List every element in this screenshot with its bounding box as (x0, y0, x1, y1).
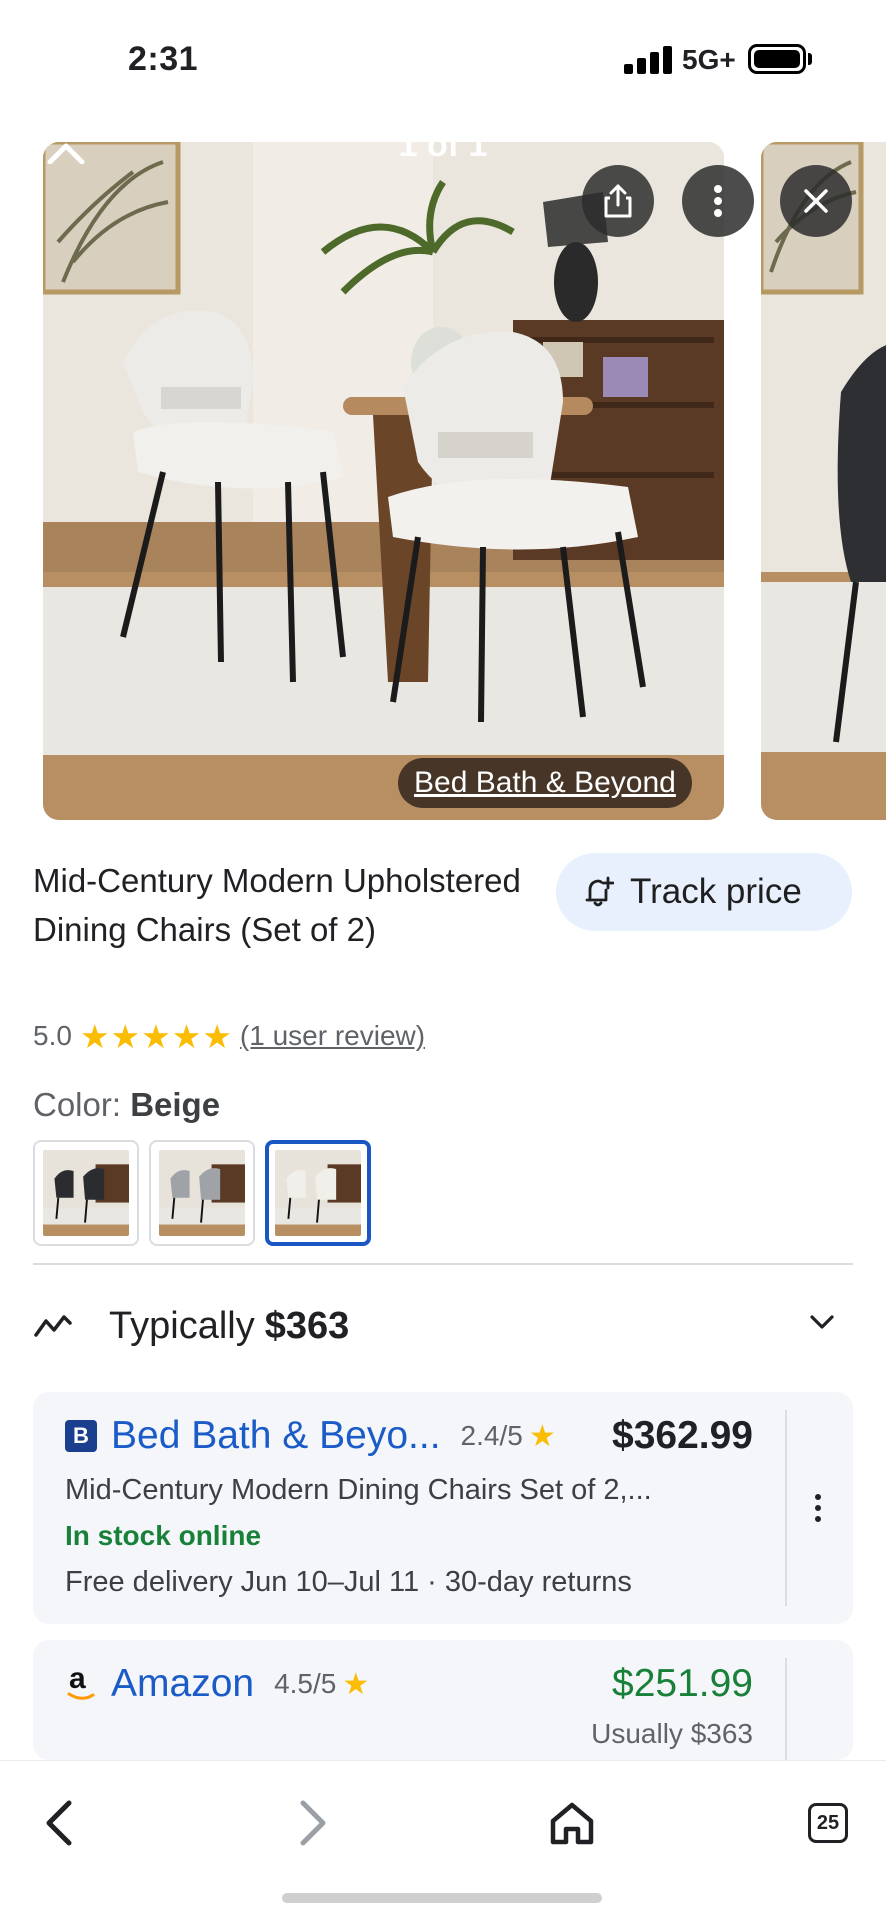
swatch-thumbnail (275, 1150, 361, 1236)
home-icon (550, 1802, 594, 1845)
rating-value: 5.0 (33, 1020, 72, 1051)
merchant-rating: 2.4/5 (460, 1420, 523, 1451)
offer-price: $251.99 (612, 1662, 753, 1705)
battery-icon (748, 44, 806, 74)
merchant-rating: 4.5/5 (274, 1668, 337, 1699)
amazon-smile-icon (67, 1692, 95, 1700)
close-viewer-button[interactable] (780, 165, 852, 237)
product-title: Mid-Century Modern Upholstered Dining Ch… (33, 862, 521, 948)
bell-plus-icon (585, 876, 614, 907)
forward-button[interactable] (284, 1793, 344, 1853)
star-icon: ★ (528, 1419, 556, 1453)
more-vert-icon (714, 185, 722, 217)
color-value: Beige (130, 1086, 221, 1123)
offer-separator (785, 1410, 787, 1606)
share-button[interactable] (582, 165, 654, 237)
color-selector-label: Color: Beige (33, 1086, 220, 1124)
swatch-thumbnail (159, 1150, 245, 1236)
trending-icon (34, 1315, 72, 1337)
merchant-row: B Bed Bath & Beyo... 2.4/5 ★ (65, 1410, 556, 1462)
forward-arrow-icon (300, 1800, 326, 1846)
color-label: Color: (33, 1086, 131, 1123)
track-price-label: Track price (630, 872, 802, 911)
merchant-row: a Amazon 4.5/5 ★ (65, 1658, 369, 1710)
status-bar: 2:31 5G+ (0, 0, 886, 120)
color-swatches (33, 1140, 371, 1246)
image-viewer[interactable]: 1 of 1 Bed Bath & Beyond (0, 140, 886, 822)
price-insights-row[interactable]: Typically $363 (33, 1296, 853, 1356)
offer-description: Mid-Century Modern Dining Chairs Set of … (65, 1474, 652, 1506)
battery-tip (808, 53, 812, 65)
offer-price: $362.99 (612, 1414, 753, 1457)
star-icon: ★ (342, 1667, 370, 1701)
star-icon: ★ (79, 1017, 110, 1055)
star-icon: ★ (141, 1017, 171, 1055)
next-product-photo[interactable] (761, 142, 886, 820)
more-vert-icon[interactable] (805, 1488, 831, 1528)
home-button[interactable] (542, 1793, 602, 1853)
typical-price-label: Typically (109, 1304, 255, 1347)
user-review-link[interactable]: (1 user review) (240, 1020, 425, 1052)
next-photo-illustration (761, 142, 886, 820)
image-counter: 1 of 1 (398, 140, 488, 164)
status-time: 2:31 (128, 40, 199, 78)
offer-separator (785, 1658, 787, 1760)
home-indicator[interactable] (282, 1893, 602, 1903)
close-icon (804, 189, 828, 213)
star-icon: ★ (202, 1017, 232, 1055)
typical-price-value: $363 (264, 1304, 350, 1347)
merchant-name[interactable]: Bed Bath & Beyo... (111, 1414, 441, 1458)
merchant-name[interactable]: Amazon (111, 1662, 254, 1706)
product-rating: 5.0 ★ ★ ★ ★ ★ (1 user review) (33, 1016, 425, 1056)
product-photo[interactable] (43, 142, 724, 820)
swatch-thumbnail (43, 1150, 129, 1236)
color-swatch-beige[interactable] (265, 1140, 371, 1246)
dining-room-illustration (43, 142, 724, 820)
cellular-signal-icon (624, 46, 672, 74)
delivery-info: Free delivery Jun 10–Jul 11 · 30-day ret… (65, 1566, 632, 1598)
star-icon: ★ (171, 1017, 202, 1055)
stock-status: In stock online (65, 1520, 262, 1551)
tabs-icon: 25 (808, 1803, 848, 1843)
back-button[interactable] (28, 1793, 88, 1853)
color-swatch-gray[interactable] (149, 1140, 255, 1246)
tabs-button[interactable]: 25 (798, 1793, 858, 1853)
usual-price: Usually $363 (591, 1718, 753, 1749)
track-price-button[interactable]: Track price (556, 853, 852, 931)
rating-stars: ★ ★ ★ ★ ★ (80, 1020, 232, 1053)
image-source-link[interactable]: Bed Bath & Beyond (398, 758, 692, 808)
merchant-logo-icon: B (65, 1420, 97, 1452)
chevron-up-icon[interactable] (46, 140, 86, 164)
section-divider (33, 1263, 853, 1265)
bottom-navigation-bar: 25 (0, 1760, 886, 1920)
more-options-button[interactable] (682, 165, 754, 237)
network-type: 5G+ (682, 44, 736, 75)
offer-card[interactable]: B Bed Bath & Beyo... 2.4/5 ★ $362.99 Mid… (33, 1392, 853, 1624)
share-icon (604, 184, 632, 218)
back-arrow-icon (46, 1800, 72, 1846)
merchant-logo-icon: a (65, 1662, 97, 1702)
offer-card[interactable]: a Amazon 4.5/5 ★ $251.99 Usually $363 (33, 1640, 853, 1760)
color-swatch-black[interactable] (33, 1140, 139, 1246)
star-icon: ★ (110, 1017, 141, 1055)
chevron-down-icon[interactable] (809, 1314, 835, 1330)
